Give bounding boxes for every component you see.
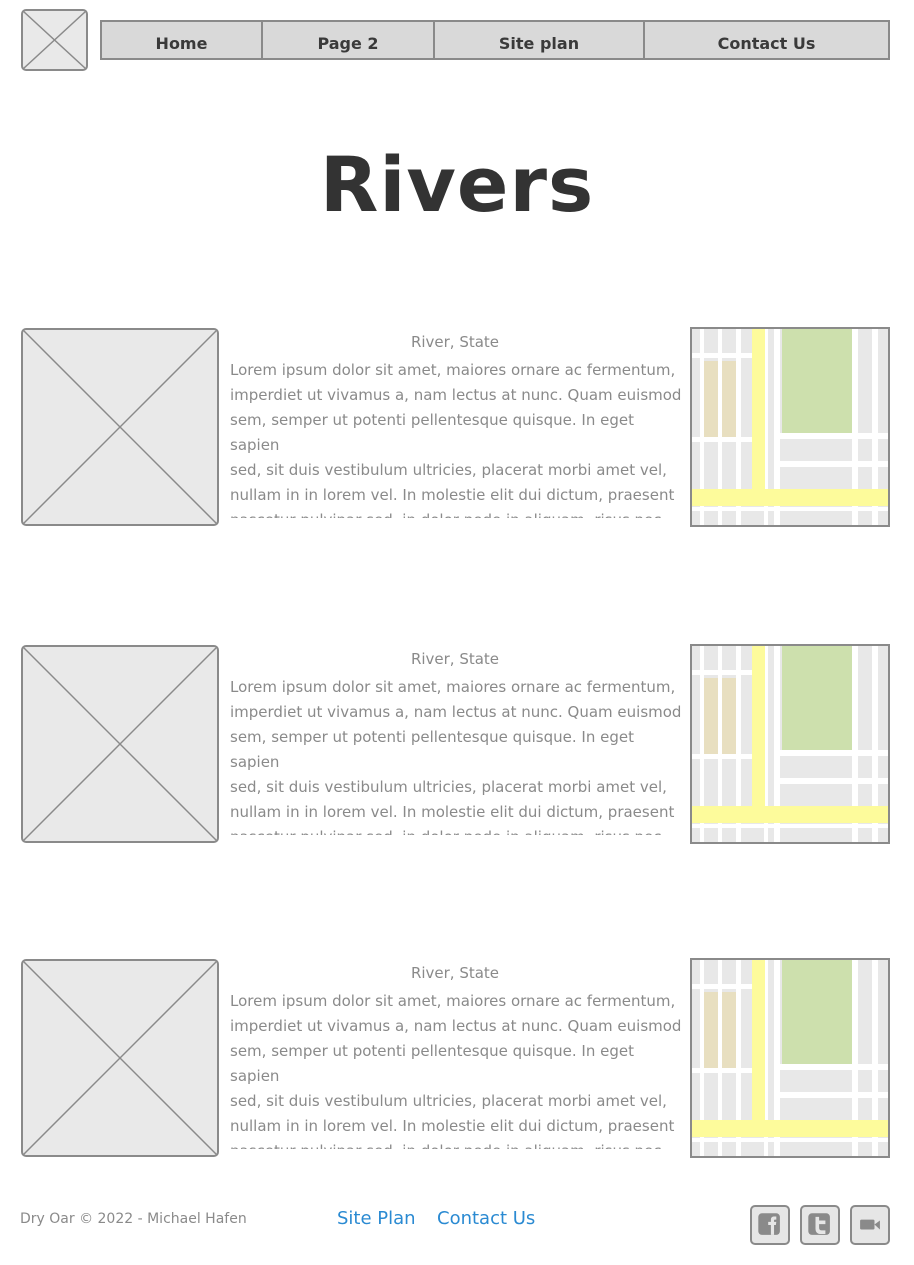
footer-link-contact-us[interactable]: Contact Us bbox=[437, 1208, 535, 1229]
page-title: Rivers bbox=[319, 140, 595, 229]
river-image-placeholder bbox=[21, 328, 219, 526]
river-map[interactable] bbox=[690, 644, 890, 844]
map-illustration bbox=[692, 646, 888, 842]
river-description: Lorem ipsum dolor sit amet, maiores orna… bbox=[230, 678, 682, 835]
map-illustration bbox=[692, 329, 888, 525]
nav-page-2[interactable]: Page 2 bbox=[263, 22, 435, 58]
river-caption: River, State bbox=[410, 964, 500, 982]
footer-link-site-plan[interactable]: Site Plan bbox=[337, 1208, 416, 1229]
facebook-icon[interactable] bbox=[750, 1205, 790, 1245]
river-map[interactable] bbox=[690, 327, 890, 527]
nav-contact-us-label: Contact Us bbox=[717, 34, 816, 53]
logo-placeholder[interactable] bbox=[21, 9, 88, 71]
footer-copyright: Dry Oar © 2022 - Michael Hafen bbox=[20, 1211, 247, 1227]
nav-site-plan-label: Site plan bbox=[498, 34, 580, 53]
river-map[interactable] bbox=[690, 958, 890, 1158]
nav-site-plan[interactable]: Site plan bbox=[435, 22, 645, 58]
river-caption: River, State bbox=[410, 650, 500, 668]
river-description: Lorem ipsum dolor sit amet, maiores orna… bbox=[230, 361, 682, 518]
video-camera-icon[interactable] bbox=[850, 1205, 890, 1245]
river-image-placeholder bbox=[21, 645, 219, 843]
river-description: Lorem ipsum dolor sit amet, maiores orna… bbox=[230, 992, 682, 1149]
nav-page-2-label: Page 2 bbox=[317, 34, 379, 53]
nav-home-label: Home bbox=[155, 34, 208, 53]
twitter-icon[interactable] bbox=[800, 1205, 840, 1245]
nav-home[interactable]: Home bbox=[102, 22, 263, 58]
river-caption: River, State bbox=[410, 333, 500, 351]
nav-contact-us[interactable]: Contact Us bbox=[645, 22, 888, 58]
river-image-placeholder bbox=[21, 959, 219, 1157]
main-navigation: Home Page 2 Site plan Contact Us bbox=[100, 20, 890, 60]
map-illustration bbox=[692, 960, 888, 1156]
